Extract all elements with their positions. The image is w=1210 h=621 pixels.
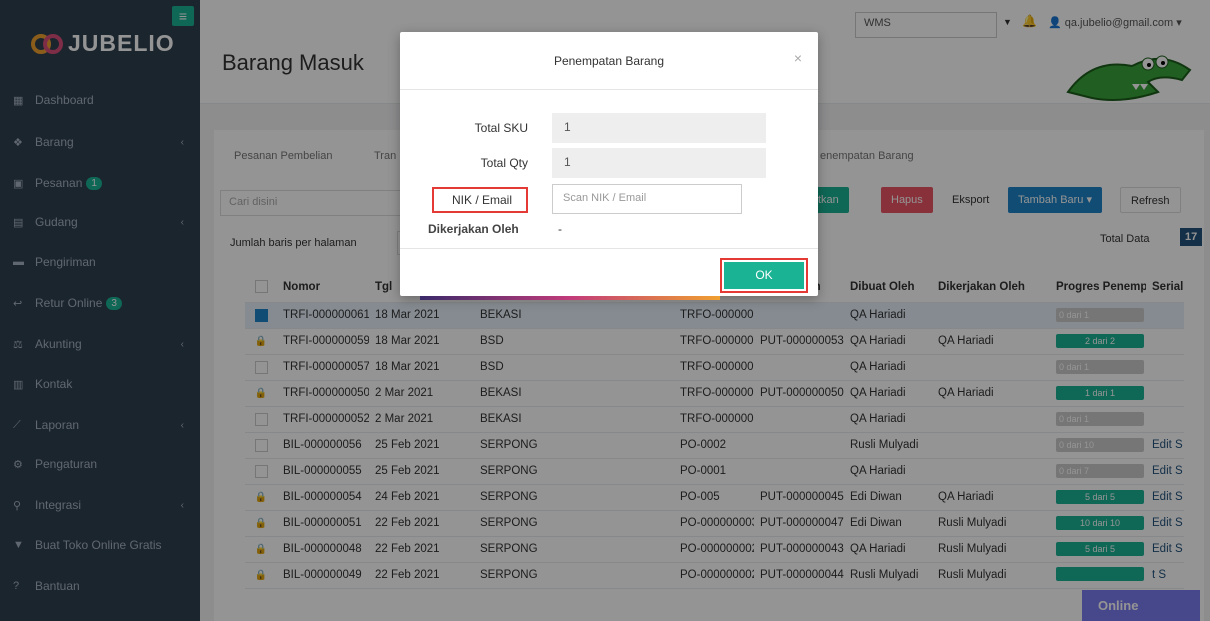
total-sku-row: Total SKU 1 <box>400 113 818 143</box>
nik-email-input[interactable]: Scan NIK / Email <box>552 184 742 214</box>
total-sku-value: 1 <box>552 113 766 143</box>
gradient-bar <box>420 296 720 300</box>
ok-button[interactable]: OK <box>724 262 804 289</box>
ok-button-highlight: OK <box>720 258 808 293</box>
close-icon[interactable]: × <box>794 50 802 66</box>
total-qty-value: 1 <box>552 148 766 178</box>
modal-header: Penempatan Barang × <box>400 32 818 90</box>
total-sku-label: Total SKU <box>474 121 528 135</box>
dikerjakan-value: - <box>558 222 562 236</box>
placement-modal: Penempatan Barang × Total SKU 1 Total Qt… <box>400 32 818 296</box>
total-qty-label: Total Qty <box>480 156 528 170</box>
nik-label: NIK / Email <box>452 193 513 207</box>
dikerjakan-label: Dikerjakan Oleh <box>428 222 519 236</box>
modal-title: Penempatan Barang <box>553 54 665 68</box>
total-qty-row: Total Qty 1 <box>400 148 818 178</box>
